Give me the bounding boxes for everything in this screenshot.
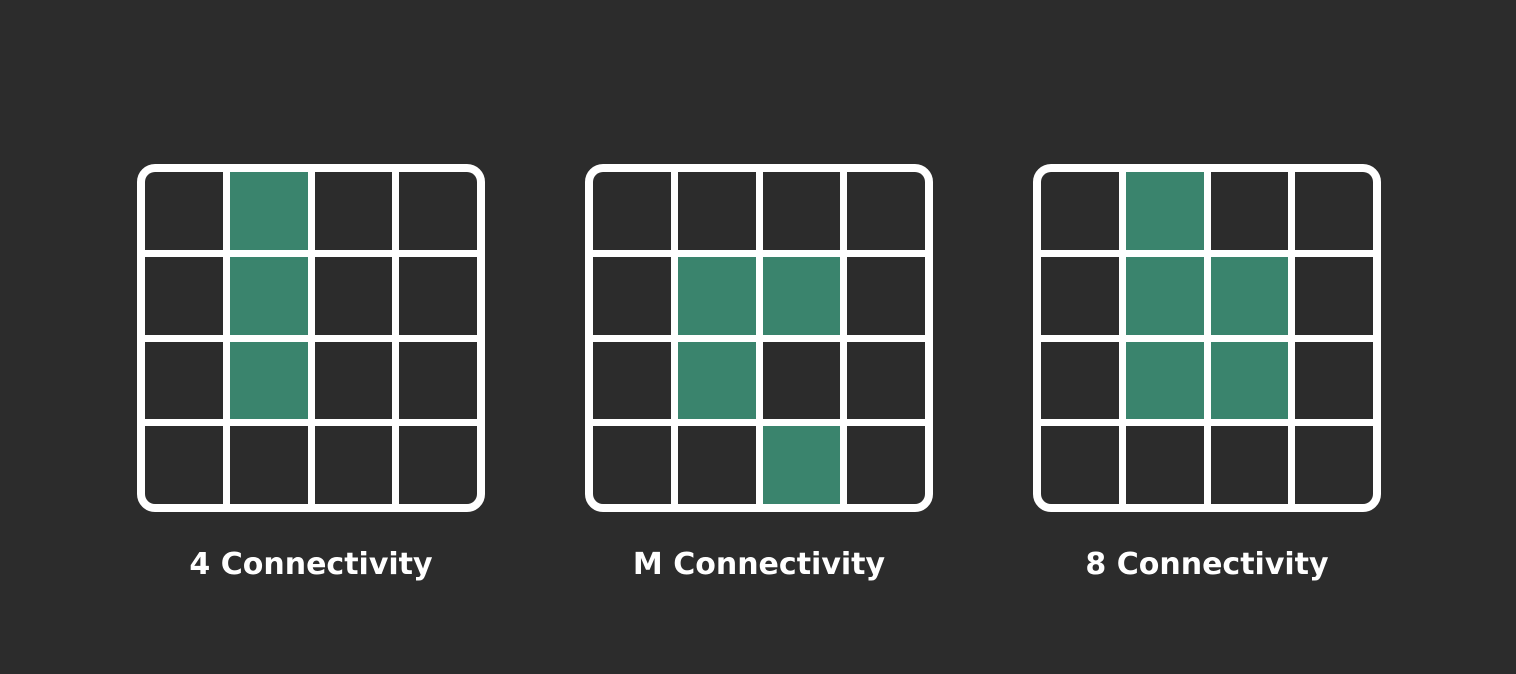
- pixel-cell: [229, 426, 308, 504]
- active-pixel-cell: [1125, 341, 1204, 420]
- active-pixel-cell: [229, 341, 308, 420]
- pixel-cell: [1295, 256, 1373, 335]
- active-pixel-cell: [229, 256, 308, 335]
- panel-4-connectivity: 4 Connectivity: [137, 164, 485, 582]
- pixel-cell: [1210, 426, 1289, 504]
- pixel-cell: [314, 341, 393, 420]
- pixel-cell: [314, 172, 393, 250]
- pixel-grid: [1033, 164, 1381, 512]
- pixel-cell: [762, 341, 841, 420]
- pixel-cell: [1125, 426, 1204, 504]
- pixel-cell: [847, 426, 925, 504]
- pixel-cell: [314, 426, 393, 504]
- pixel-cell: [145, 426, 223, 504]
- active-pixel-cell: [677, 341, 756, 420]
- pixel-cell: [145, 341, 223, 420]
- active-pixel-cell: [762, 426, 841, 504]
- pixel-cell: [1041, 256, 1119, 335]
- panel-caption: 8 Connectivity: [1085, 547, 1329, 582]
- pixel-cell: [847, 256, 925, 335]
- active-pixel-cell: [1125, 172, 1204, 250]
- pixel-cell: [399, 426, 477, 504]
- pixel-cell: [1041, 426, 1119, 504]
- active-pixel-cell: [1210, 256, 1289, 335]
- pixel-cell: [314, 256, 393, 335]
- pixel-cell: [1295, 172, 1373, 250]
- pixel-cell: [1210, 172, 1289, 250]
- pixel-cell: [1295, 426, 1373, 504]
- active-pixel-cell: [762, 256, 841, 335]
- pixel-cell: [145, 172, 223, 250]
- pixel-cell: [145, 256, 223, 335]
- pixel-cell: [677, 426, 756, 504]
- pixel-cell: [677, 172, 756, 250]
- pixel-cell: [762, 172, 841, 250]
- pixel-cell: [1295, 341, 1373, 420]
- pixel-cell: [593, 341, 671, 420]
- pixel-cell: [399, 341, 477, 420]
- pixel-cell: [1041, 172, 1119, 250]
- panel-caption: M Connectivity: [632, 547, 886, 582]
- panel-caption: 4 Connectivity: [189, 547, 433, 582]
- pixel-cell: [399, 172, 477, 250]
- pixel-grid: [137, 164, 485, 512]
- pixel-cell: [593, 172, 671, 250]
- pixel-cell: [847, 341, 925, 420]
- pixel-cell: [593, 256, 671, 335]
- pixel-cell: [847, 172, 925, 250]
- pixel-cell: [1041, 341, 1119, 420]
- panel-m-connectivity: M Connectivity: [585, 164, 933, 582]
- panel-8-connectivity: 8 Connectivity: [1033, 164, 1381, 582]
- pixel-grid: [585, 164, 933, 512]
- active-pixel-cell: [229, 172, 308, 250]
- active-pixel-cell: [1125, 256, 1204, 335]
- pixel-cell: [593, 426, 671, 504]
- pixel-cell: [399, 256, 477, 335]
- active-pixel-cell: [677, 256, 756, 335]
- active-pixel-cell: [1210, 341, 1289, 420]
